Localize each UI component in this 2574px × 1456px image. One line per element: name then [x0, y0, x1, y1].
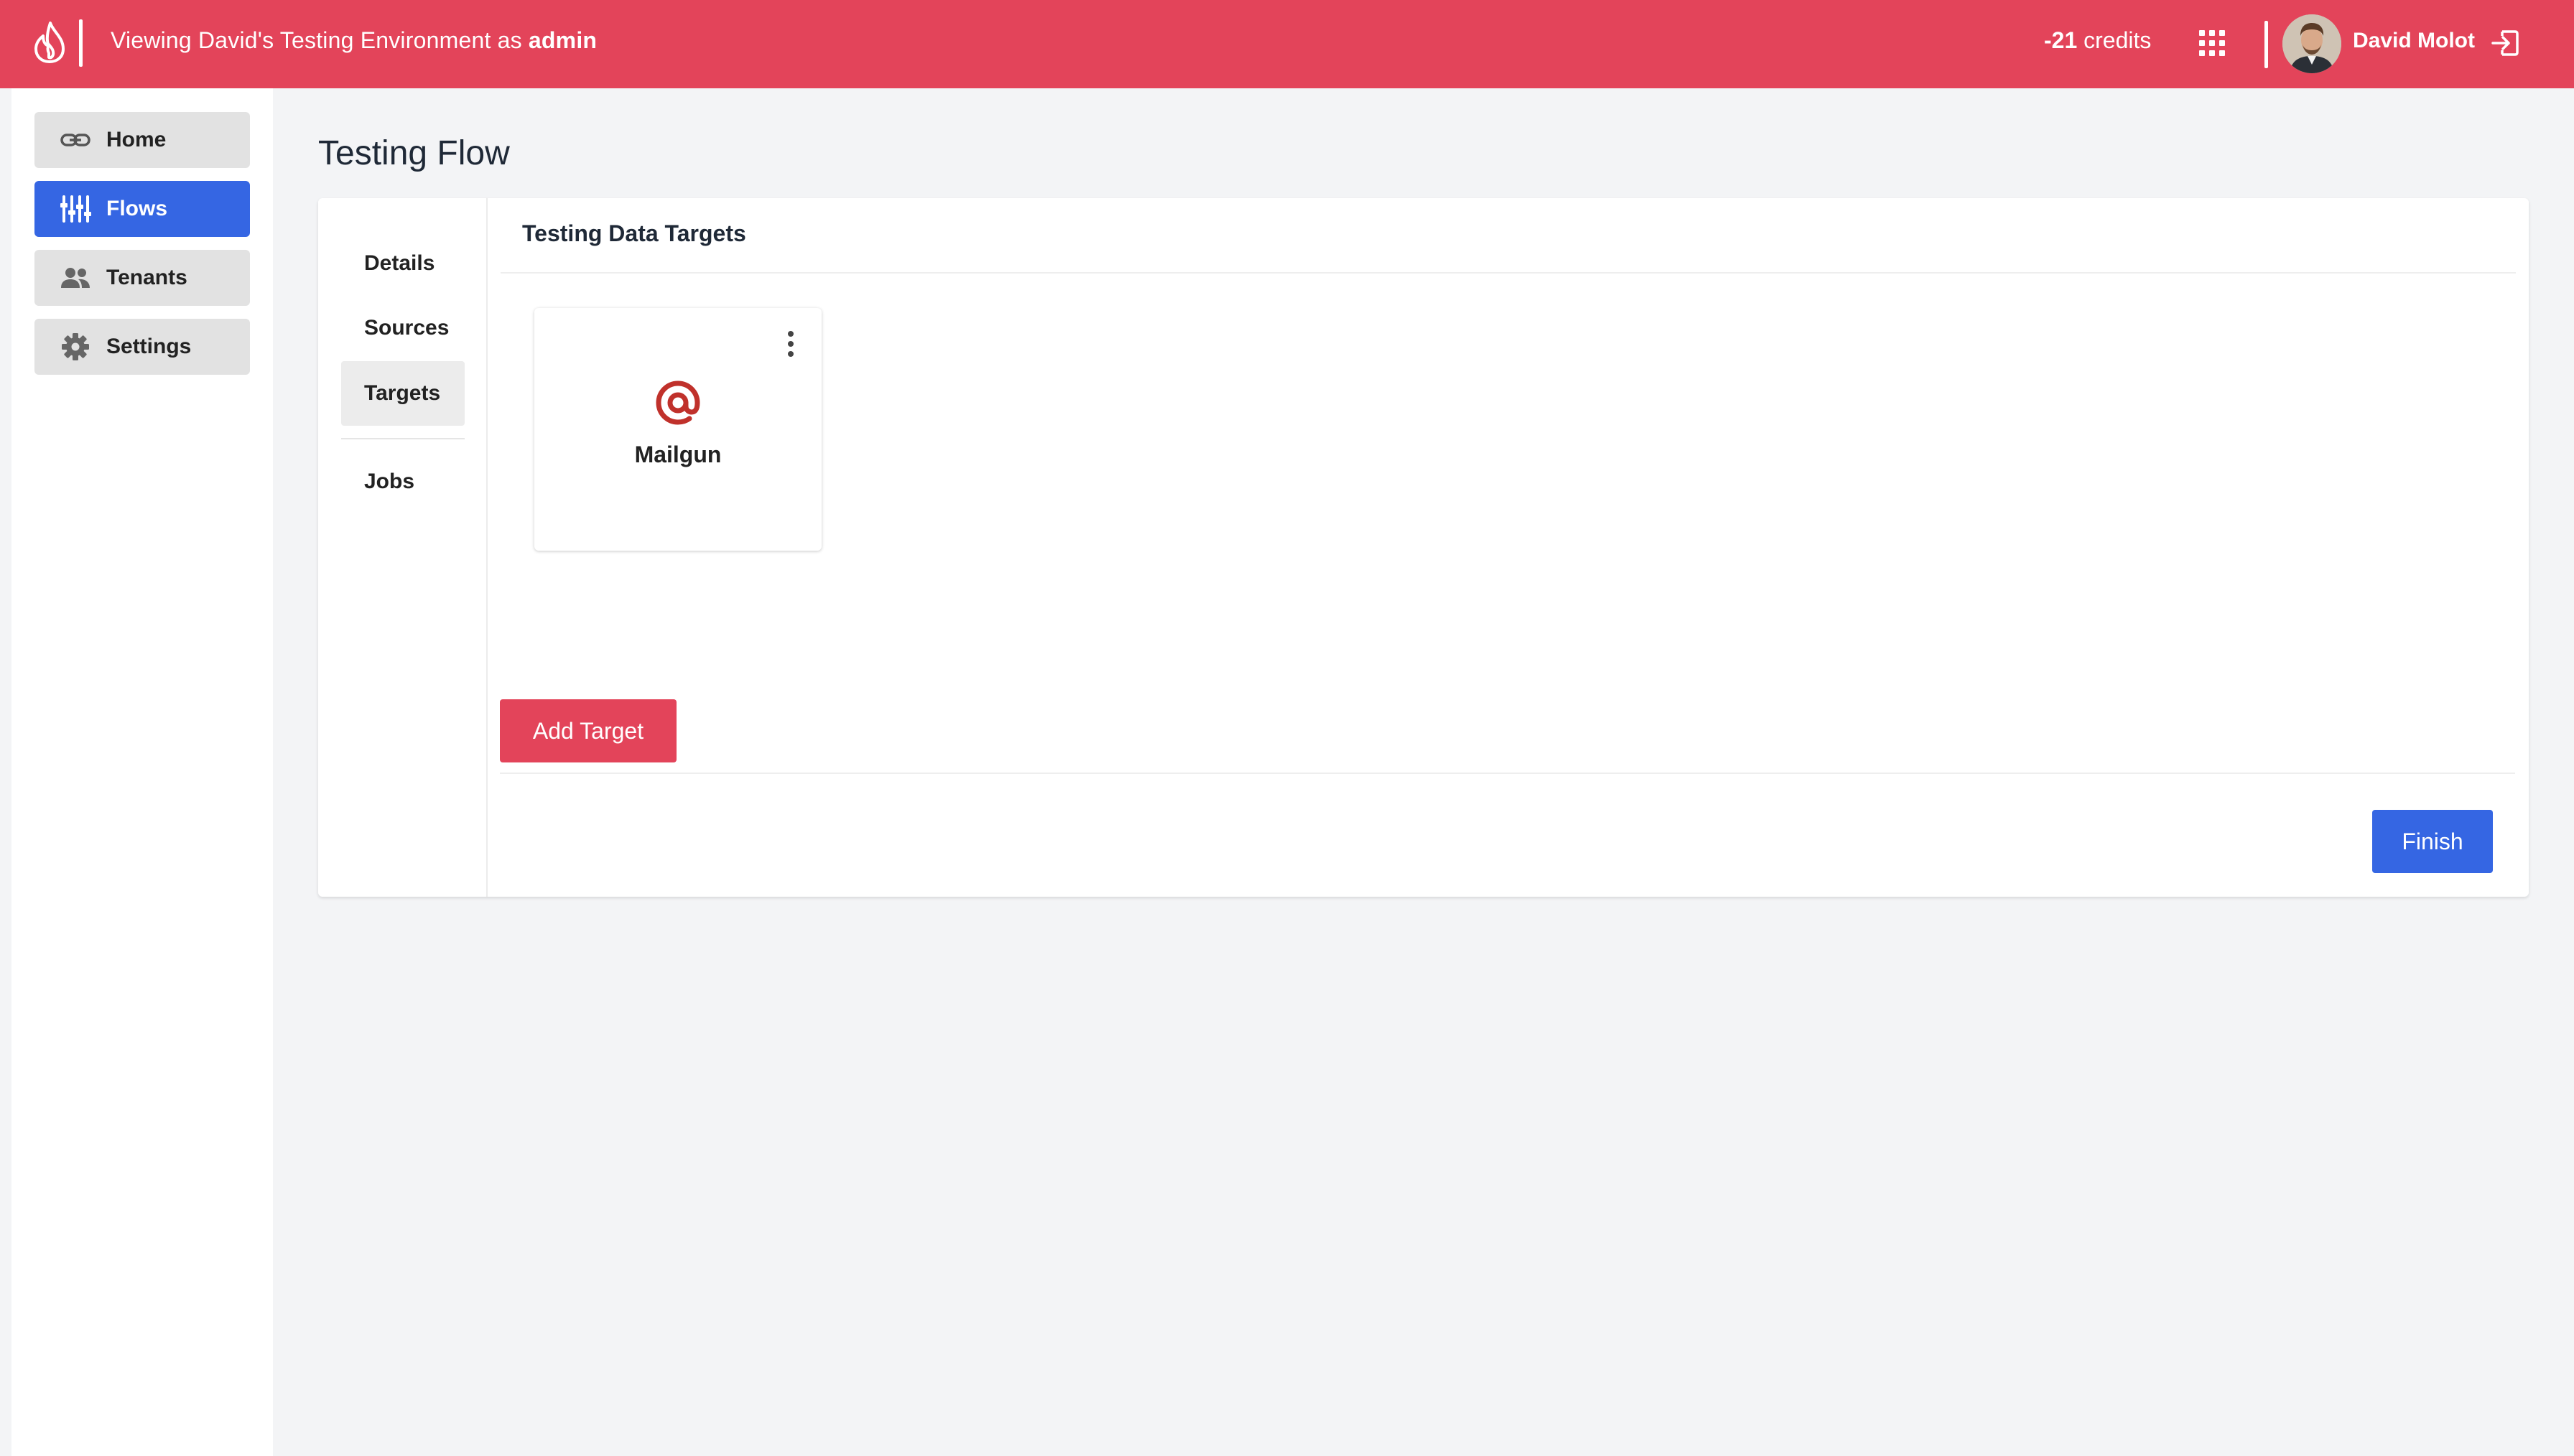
logo-divider	[79, 19, 83, 67]
environment-text: Viewing David's Testing Environment as	[111, 27, 529, 53]
sliders-icon	[59, 195, 92, 223]
link-icon	[59, 126, 92, 154]
environment-role: admin	[528, 27, 598, 53]
target-card-mailgun[interactable]: Mailgun	[534, 308, 822, 551]
credits-label: credits	[2077, 27, 2152, 53]
target-name: Mailgun	[634, 442, 722, 467]
tab-jobs[interactable]: Jobs	[341, 449, 465, 514]
people-icon	[59, 263, 92, 292]
sidebar-item-label: Flows	[106, 197, 168, 220]
flow-panel: Details Sources Targets Jobs Testing Dat…	[318, 198, 2529, 897]
section-title: Testing Data Targets	[522, 220, 746, 246]
apps-grid-icon[interactable]	[2199, 30, 2225, 56]
footer-divider	[500, 773, 2515, 774]
credits-indicator[interactable]: -21 credits	[2044, 27, 2151, 54]
sidebar-item-settings[interactable]: Settings	[34, 319, 250, 375]
user-name[interactable]: David Molot	[2353, 29, 2475, 53]
page-title: Testing Flow	[318, 134, 510, 172]
sidebar-item-tenants[interactable]: Tenants	[34, 250, 250, 306]
user-avatar-icon	[2282, 14, 2341, 73]
finish-button[interactable]: Finish	[2372, 810, 2493, 873]
sidebar: Home Flows Tenants Settings	[11, 88, 273, 1456]
more-options-icon[interactable]	[787, 331, 794, 357]
sidebar-item-label: Tenants	[106, 266, 187, 289]
flame-logo-icon[interactable]	[32, 22, 68, 63]
credits-value: -21	[2044, 27, 2078, 53]
sidebar-item-home[interactable]: Home	[34, 112, 250, 168]
at-sign-icon	[656, 381, 700, 425]
user-divider	[2264, 21, 2268, 68]
sidebar-item-flows[interactable]: Flows	[34, 181, 250, 237]
avatar[interactable]	[2282, 14, 2341, 73]
sidebar-item-label: Settings	[106, 335, 192, 358]
logout-icon[interactable]	[2489, 27, 2521, 59]
flow-steps-nav: Details Sources Targets Jobs	[318, 198, 488, 897]
top-bar: Viewing David's Testing Environment as a…	[0, 0, 2574, 88]
environment-banner: Viewing David's Testing Environment as a…	[111, 27, 597, 54]
section-divider	[501, 272, 2516, 274]
add-target-button[interactable]: Add Target	[500, 699, 677, 762]
tab-sources[interactable]: Sources	[341, 296, 465, 360]
tab-targets[interactable]: Targets	[341, 361, 465, 426]
gear-icon	[59, 332, 92, 361]
sidebar-item-label: Home	[106, 128, 167, 151]
tab-details[interactable]: Details	[341, 231, 465, 296]
tab-divider	[341, 438, 465, 439]
